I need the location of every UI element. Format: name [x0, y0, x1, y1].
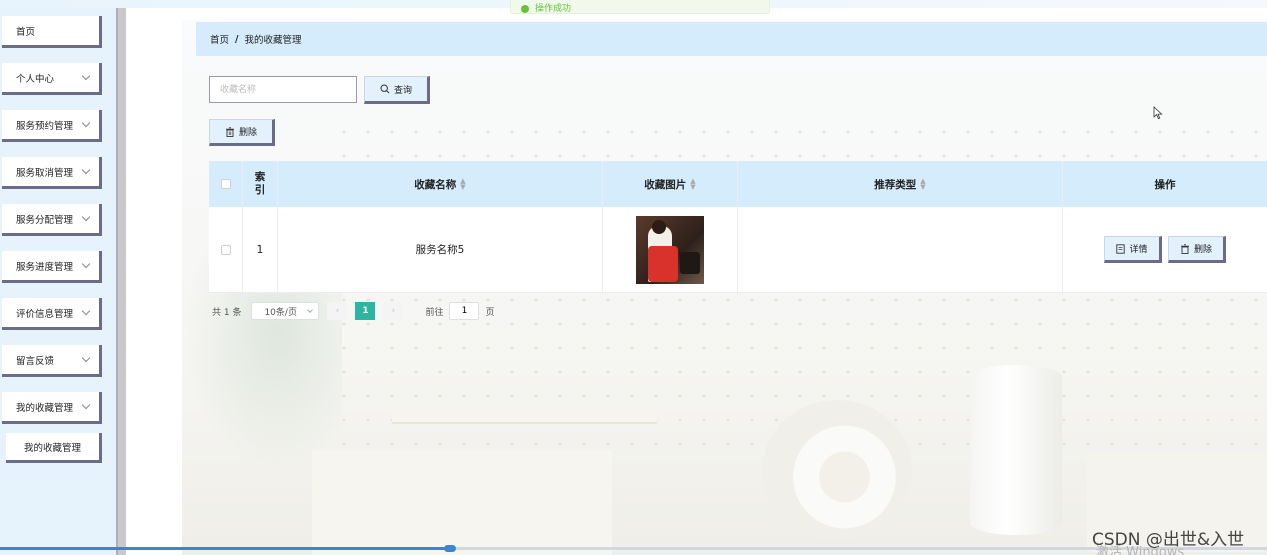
page-size-select[interactable]: 10条/页: [251, 302, 320, 320]
breadcrumb: 首页 / 我的收藏管理: [196, 22, 1267, 56]
header-label: 操作: [1154, 178, 1176, 191]
header-checkbox-cell: [209, 161, 243, 207]
document-icon: [1116, 243, 1126, 254]
sidebar-item-feedback[interactable]: 留言反馈: [2, 345, 102, 377]
sidebar-item-service-assign[interactable]: 服务分配管理: [2, 204, 102, 236]
row-delete-label: 删除: [1193, 245, 1212, 255]
row-checkbox-cell: [209, 207, 243, 292]
favorite-thumbnail[interactable]: [636, 215, 704, 284]
search-icon: [380, 84, 390, 94]
sidebar-item-label: 服务分配管理: [16, 214, 74, 226]
prev-page-button[interactable]: ‹: [327, 302, 348, 320]
page-number-current[interactable]: 1: [355, 302, 376, 320]
header-favorite-image[interactable]: 收藏图片 ▲ ▼: [603, 161, 738, 207]
goto-label: 前往: [425, 307, 444, 318]
sidebar-scrollbar[interactable]: [116, 8, 126, 555]
main-content: 首页 / 我的收藏管理 查询 删除 索 引: [182, 20, 1267, 555]
sidebar-item-label: 评价信息管理: [16, 308, 74, 320]
chevron-down-icon: [307, 307, 314, 313]
header-label: 收藏图片: [644, 178, 687, 191]
page-suffix: 页: [485, 307, 495, 318]
row-favorite-image-cell: [603, 207, 738, 292]
chevron-down-icon: [81, 212, 91, 222]
query-button[interactable]: 查询: [364, 76, 430, 104]
background-cylinder: [970, 365, 1062, 535]
sidebar-item-label: 个人中心: [16, 73, 55, 85]
batch-delete-button[interactable]: 删除: [209, 119, 275, 146]
sidebar-item-service-cancel[interactable]: 服务取消管理: [2, 157, 102, 189]
sidebar-subitem-label: 我的收藏管理: [23, 442, 81, 454]
trash-icon: [1180, 243, 1189, 254]
row-actions: 详情 删除: [1063, 207, 1267, 292]
breadcrumb-separator: /: [235, 33, 239, 45]
sidebar-item-label: 服务进度管理: [16, 261, 74, 273]
select-all-checkbox[interactable]: [220, 179, 231, 189]
row-checkbox[interactable]: [220, 244, 231, 255]
pagination: 共 1 条 10条/页 ‹ 1 › 前往 页: [212, 302, 494, 320]
sidebar-item-service-progress[interactable]: 服务进度管理: [2, 251, 102, 283]
chevron-down-icon: [81, 71, 91, 81]
header-index-line2: 引: [254, 184, 266, 196]
background-roll: [762, 400, 912, 540]
header-label: 推荐类型: [874, 178, 917, 191]
goto-page-input[interactable]: [449, 302, 480, 320]
header-label: 收藏名称: [414, 178, 457, 191]
row-favorite-name: 服务名称5: [278, 207, 603, 292]
breadcrumb-home[interactable]: 首页: [210, 32, 229, 46]
sidebar-item-favorites[interactable]: 我的收藏管理: [2, 392, 102, 424]
sidebar-item-personal-center[interactable]: 个人中心: [2, 63, 102, 95]
chevron-down-icon: [81, 353, 91, 363]
header-favorite-name[interactable]: 收藏名称 ▲ ▼: [278, 161, 603, 207]
detail-button-label: 详情: [1129, 245, 1148, 255]
favorite-name-search-input[interactable]: [209, 76, 357, 103]
background-stand: [312, 450, 612, 555]
chevron-down-icon: [81, 259, 91, 269]
row-recommend-type: [738, 207, 1063, 292]
sidebar-item-label: 我的收藏管理: [16, 402, 74, 414]
sidebar-item-review[interactable]: 评价信息管理: [2, 298, 102, 330]
sidebar-item-label: 服务预约管理: [16, 120, 74, 132]
detail-button[interactable]: 详情: [1104, 236, 1162, 263]
sort-icon[interactable]: ▲ ▼: [460, 178, 465, 191]
batch-delete-label: 删除: [238, 128, 257, 138]
breadcrumb-current: 我的收藏管理: [244, 35, 302, 46]
sidebar-item-service-booking[interactable]: 服务预约管理: [2, 110, 102, 142]
page-size-value: 10条/页: [264, 307, 297, 318]
sidebar-subitem-favorites[interactable]: 我的收藏管理: [6, 433, 102, 463]
chevron-down-icon: [81, 118, 91, 128]
table-row: 1 服务名称5 详情 删除: [209, 207, 1267, 293]
scrollbar-track-fill: [0, 547, 450, 550]
next-page-button[interactable]: ›: [383, 302, 404, 320]
sort-icon[interactable]: ▲ ▼: [690, 178, 695, 191]
background-shelf: [392, 410, 657, 424]
sidebar-item-label: 服务取消管理: [16, 167, 74, 179]
header-index: 索 引: [243, 161, 278, 207]
windows-activation-watermark: 激活 Windows: [1096, 545, 1185, 555]
sidebar-item-home[interactable]: 首页: [2, 16, 102, 48]
row-delete-button[interactable]: 删除: [1168, 236, 1226, 263]
query-button-label: 查询: [393, 85, 412, 96]
success-icon: [521, 4, 529, 13]
chevron-down-icon: [81, 165, 91, 175]
favorites-table: 索 引 收藏名称 ▲ ▼ 收藏图片 ▲ ▼ 推荐类型 ▲ ▼ 操作 1 服务名称5: [209, 161, 1267, 293]
chevron-down-icon: [81, 306, 91, 316]
sidebar-item-label: 首页: [16, 26, 36, 38]
success-toast: 操作成功: [510, 0, 770, 14]
pagination-total: 共 1 条: [212, 307, 242, 318]
row-index: 1: [243, 207, 278, 292]
header-actions: 操作: [1063, 161, 1267, 207]
trash-icon: [225, 126, 234, 137]
sort-icon[interactable]: ▲ ▼: [920, 178, 925, 191]
sidebar-item-label: 留言反馈: [16, 355, 55, 367]
header-recommend-type[interactable]: 推荐类型 ▲ ▼: [738, 161, 1063, 207]
mouse-cursor-icon: [1153, 106, 1163, 120]
toast-text: 操作成功: [535, 4, 572, 14]
scrollbar-handle[interactable]: [444, 545, 456, 552]
table-header: 索 引 收藏名称 ▲ ▼ 收藏图片 ▲ ▼ 推荐类型 ▲ ▼ 操作: [209, 161, 1267, 207]
chevron-down-icon: [81, 400, 91, 410]
header-index-line1: 索: [254, 171, 266, 183]
